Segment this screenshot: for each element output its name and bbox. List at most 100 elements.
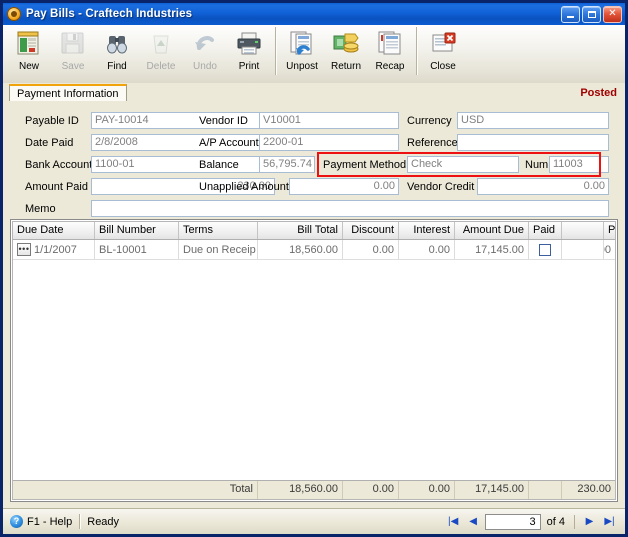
column-header-amount-due[interactable]: Amount Due bbox=[455, 222, 529, 239]
toolbar-unpost-button[interactable]: Unpost bbox=[280, 25, 324, 79]
vendor-id-field[interactable]: V10001 bbox=[259, 112, 399, 129]
nav-prev-button[interactable]: ◀ bbox=[465, 513, 482, 530]
bills-grid-totals: Total 18,560.00 0.00 0.00 17,145.00 230.… bbox=[13, 480, 615, 499]
unpost-icon bbox=[287, 28, 317, 58]
totals-interest: 0.00 bbox=[399, 481, 455, 499]
toolbar-print-label: Print bbox=[238, 61, 260, 72]
cell-due-date-text: 1/1/2007 bbox=[34, 243, 77, 256]
cell-bill-number[interactable]: BL-10001 bbox=[95, 240, 179, 259]
nav-first-button[interactable]: |◀ bbox=[445, 513, 462, 530]
toolbar-new-button[interactable]: New bbox=[7, 25, 51, 79]
toolbar-find-label: Find bbox=[107, 61, 127, 72]
toolbar-save-button[interactable]: Save bbox=[51, 25, 95, 79]
nav-page-count: of 4 bbox=[546, 515, 565, 528]
window-title: Pay Bills - Craftech Industries bbox=[26, 8, 193, 20]
recap-report-icon bbox=[375, 28, 405, 58]
new-document-icon bbox=[14, 28, 44, 58]
column-header-payment[interactable]: Payment bbox=[604, 222, 615, 239]
toolbar-return-label: Return bbox=[330, 61, 361, 72]
column-header-bill-total[interactable]: Bill Total bbox=[258, 222, 343, 239]
payment-method-field[interactable]: Check bbox=[407, 156, 519, 173]
totals-discount: 0.00 bbox=[343, 481, 399, 499]
column-header-due-date[interactable]: Due Date bbox=[13, 222, 95, 239]
printer-icon bbox=[234, 28, 264, 58]
floppy-disk-icon bbox=[58, 28, 88, 58]
nav-divider bbox=[574, 514, 575, 529]
column-header-interest[interactable]: Interest bbox=[399, 222, 455, 239]
column-header-paid[interactable]: Paid bbox=[529, 222, 562, 239]
help-label: F1 - Help bbox=[27, 515, 73, 528]
cell-bill-total: 18,560.00 bbox=[258, 240, 343, 259]
nav-page-input[interactable]: 3 bbox=[484, 513, 541, 530]
toolbar-separator-1 bbox=[275, 27, 276, 75]
unapplied-amount-field: 0.00 bbox=[289, 178, 399, 195]
column-header-bill-number[interactable]: Bill Number bbox=[95, 222, 179, 239]
toolbar: New Save Find Delete Undo Print Unpost R… bbox=[3, 25, 625, 84]
bank-account-field[interactable]: 1100-01 bbox=[91, 156, 275, 173]
ap-account-field[interactable]: 2200-01 bbox=[259, 134, 399, 151]
toolbar-undo-label: Undo bbox=[193, 61, 217, 72]
toolbar-save-label: Save bbox=[61, 61, 85, 72]
record-navigator: |◀ ◀ 3 of 4 ▶ ▶| bbox=[445, 513, 625, 530]
status-badge: Posted bbox=[580, 87, 617, 99]
toolbar-close-label: Close bbox=[430, 61, 456, 72]
maximize-button[interactable] bbox=[582, 5, 601, 23]
cell-payment[interactable]: 230.00 bbox=[604, 240, 615, 259]
bank-account-label: Bank Account bbox=[25, 159, 93, 171]
column-header-terms[interactable]: Terms bbox=[179, 222, 258, 239]
undo-arrow-icon bbox=[190, 28, 220, 58]
reference-label: Reference bbox=[407, 137, 458, 149]
bills-grid-inner: Due Date Bill Number Terms Bill Total Di… bbox=[12, 221, 616, 500]
toolbar-close-button[interactable]: Close bbox=[421, 25, 465, 79]
cell-interest[interactable]: 0.00 bbox=[399, 240, 455, 259]
toolbar-delete-label: Delete bbox=[146, 61, 176, 72]
status-divider-1 bbox=[79, 514, 81, 529]
toolbar-find-button[interactable]: Find bbox=[95, 25, 139, 79]
currency-label: Currency bbox=[407, 115, 452, 127]
memo-label: Memo bbox=[25, 203, 56, 215]
vendor-credit-field: 0.00 bbox=[477, 178, 609, 195]
totals-payment: 230.00 bbox=[577, 483, 611, 495]
paid-checkbox[interactable] bbox=[539, 243, 551, 256]
cell-terms[interactable]: Due on Receip bbox=[179, 240, 258, 259]
tab-payment-information[interactable]: Payment Information bbox=[9, 84, 127, 102]
column-header-discount[interactable]: Discount bbox=[343, 222, 399, 239]
column-header-spacer bbox=[562, 222, 604, 239]
binoculars-icon bbox=[102, 28, 132, 58]
toolbar-new-label: New bbox=[18, 61, 39, 72]
num-label: Num bbox=[525, 159, 549, 171]
num-field[interactable]: 11003 bbox=[549, 156, 609, 173]
nav-next-button[interactable]: ▶ bbox=[581, 513, 598, 530]
cell-due-date[interactable]: ••• 1/1/2007 bbox=[13, 240, 95, 259]
vendor-id-label: Vendor ID bbox=[199, 115, 248, 127]
bills-grid: Due Date Bill Number Terms Bill Total Di… bbox=[10, 219, 618, 502]
close-button[interactable]: ✕ bbox=[603, 5, 622, 23]
help-hint[interactable]: ? F1 - Help bbox=[3, 515, 72, 528]
unapplied-amount-label: Unapplied Amount bbox=[199, 181, 289, 193]
toolbar-print-button[interactable]: Print bbox=[227, 25, 271, 79]
toolbar-recap-button[interactable]: Recap bbox=[368, 25, 412, 79]
totals-amount-due: 17,145.00 bbox=[455, 481, 529, 499]
nav-last-button[interactable]: ▶| bbox=[601, 513, 618, 530]
payment-information-form: Payable ID PAY-10014 Vendor ID V10001 Cu… bbox=[3, 101, 625, 217]
minimize-button[interactable] bbox=[561, 5, 580, 23]
toolbar-separator-2 bbox=[416, 27, 417, 75]
currency-field[interactable]: USD bbox=[457, 112, 609, 129]
ap-account-label: A/P Account bbox=[199, 137, 259, 149]
cell-discount[interactable]: 0.00 bbox=[343, 240, 399, 259]
toolbar-delete-button[interactable]: Delete bbox=[139, 25, 183, 79]
table-row[interactable]: ••• 1/1/2007 BL-10001 Due on Receip 18,5… bbox=[13, 240, 615, 260]
toolbar-recap-label: Recap bbox=[375, 61, 405, 72]
payable-id-label: Payable ID bbox=[25, 115, 79, 127]
toolbar-return-button[interactable]: Return bbox=[324, 25, 368, 79]
toolbar-undo-button[interactable]: Undo bbox=[183, 25, 227, 79]
memo-field[interactable] bbox=[91, 200, 609, 217]
date-lookup-icon[interactable]: ••• bbox=[17, 243, 31, 256]
status-state: Ready bbox=[87, 515, 120, 528]
close-window-icon bbox=[428, 28, 458, 58]
cell-paid[interactable] bbox=[529, 240, 562, 259]
return-money-icon bbox=[331, 28, 361, 58]
totals-label: Total bbox=[13, 481, 258, 499]
totals-bill-total: 18,560.00 bbox=[258, 481, 343, 499]
reference-field[interactable] bbox=[457, 134, 609, 151]
